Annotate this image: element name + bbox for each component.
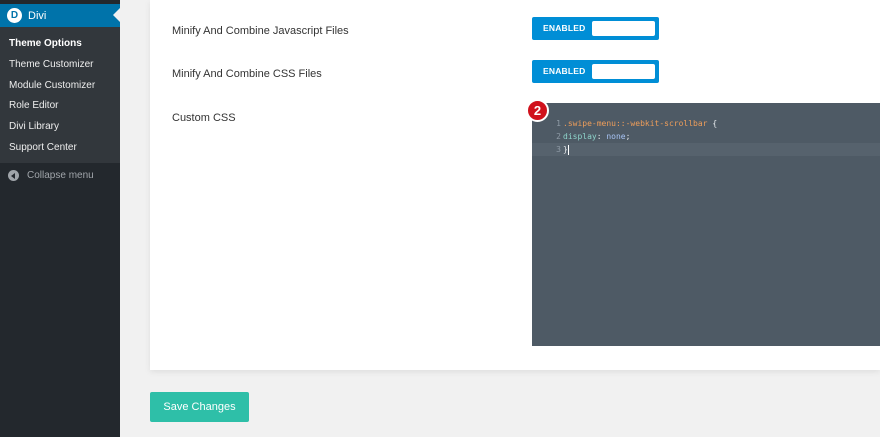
divi-logo-icon: D xyxy=(7,8,22,23)
sidebar-item-role-editor[interactable]: Role Editor xyxy=(9,100,58,111)
code-line: 2 display: none; xyxy=(532,130,880,143)
collapse-menu-button[interactable]: Collapse menu xyxy=(8,170,94,181)
minify-css-toggle-state: ENABLED xyxy=(543,66,586,76)
sidebar-item-divi-library[interactable]: Divi Library xyxy=(9,121,59,132)
colon: : xyxy=(596,132,607,141)
code-line-active: 3} xyxy=(532,143,880,156)
code-line: 1 .swipe-menu::-webkit-scrollbar { xyxy=(532,117,880,130)
divi-submenu: Theme Options Theme Customizer Module Cu… xyxy=(0,27,120,163)
sidebar-item-support-center[interactable]: Support Center xyxy=(9,142,77,153)
custom-css-editor[interactable]: 1 .swipe-menu::-webkit-scrollbar { 2 displ… xyxy=(532,103,880,346)
open-brace: { xyxy=(707,119,718,128)
sidebar-item-module-customizer[interactable]: Module Customizer xyxy=(9,80,95,91)
css-property: display xyxy=(563,132,597,141)
semicolon: ; xyxy=(625,132,631,141)
custom-css-label: Custom CSS xyxy=(172,112,236,124)
divi-menu-label: Divi xyxy=(28,9,47,22)
collapse-arrow-icon xyxy=(8,170,19,181)
toggle-knob xyxy=(592,64,655,79)
css-value: none xyxy=(606,132,626,141)
step-number-badge: 2 xyxy=(526,99,549,122)
minify-css-toggle[interactable]: ENABLED xyxy=(532,60,659,83)
sidebar-item-theme-options[interactable]: Theme Options xyxy=(9,38,82,49)
collapse-menu-label: Collapse menu xyxy=(27,170,94,181)
divi-menu-item[interactable]: D Divi xyxy=(0,4,120,27)
save-changes-button[interactable]: Save Changes xyxy=(150,392,249,422)
line-number: 3 xyxy=(556,145,561,154)
text-cursor xyxy=(567,144,569,155)
css-selector: .swipe-menu::-webkit-scrollbar xyxy=(563,119,708,128)
current-menu-arrow-icon xyxy=(113,8,120,22)
minify-js-toggle-state: ENABLED xyxy=(543,23,586,33)
minify-js-toggle[interactable]: ENABLED xyxy=(532,17,659,40)
minify-css-label: Minify And Combine CSS Files xyxy=(172,68,322,80)
minify-js-label: Minify And Combine Javascript Files xyxy=(172,25,349,37)
admin-sidebar: D Divi Theme Options Theme Customizer Mo… xyxy=(0,0,120,437)
theme-options-panel: Minify And Combine Javascript Files ENAB… xyxy=(150,0,880,370)
sidebar-item-theme-customizer[interactable]: Theme Customizer xyxy=(9,59,93,70)
toggle-knob xyxy=(592,21,655,36)
line-number: 2 xyxy=(556,132,561,141)
